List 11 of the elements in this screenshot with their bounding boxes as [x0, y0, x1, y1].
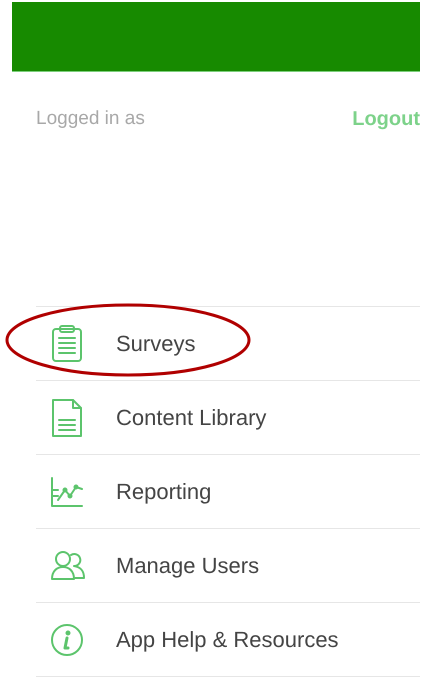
logged-in-label: Logged in as — [36, 106, 145, 131]
users-icon — [50, 550, 86, 582]
clipboard-icon — [50, 324, 84, 362]
line-chart-icon — [50, 476, 84, 508]
info-icon — [50, 622, 84, 656]
document-icon — [50, 398, 84, 438]
menu-item[interactable]: Content Library — [116, 401, 266, 434]
menu-item[interactable]: Reporting — [116, 475, 212, 508]
menu-item[interactable]: Manage Users — [116, 549, 260, 582]
menu-item[interactable]: App Help & Resources — [116, 623, 339, 656]
menu-item[interactable]: Surveys — [116, 327, 196, 360]
